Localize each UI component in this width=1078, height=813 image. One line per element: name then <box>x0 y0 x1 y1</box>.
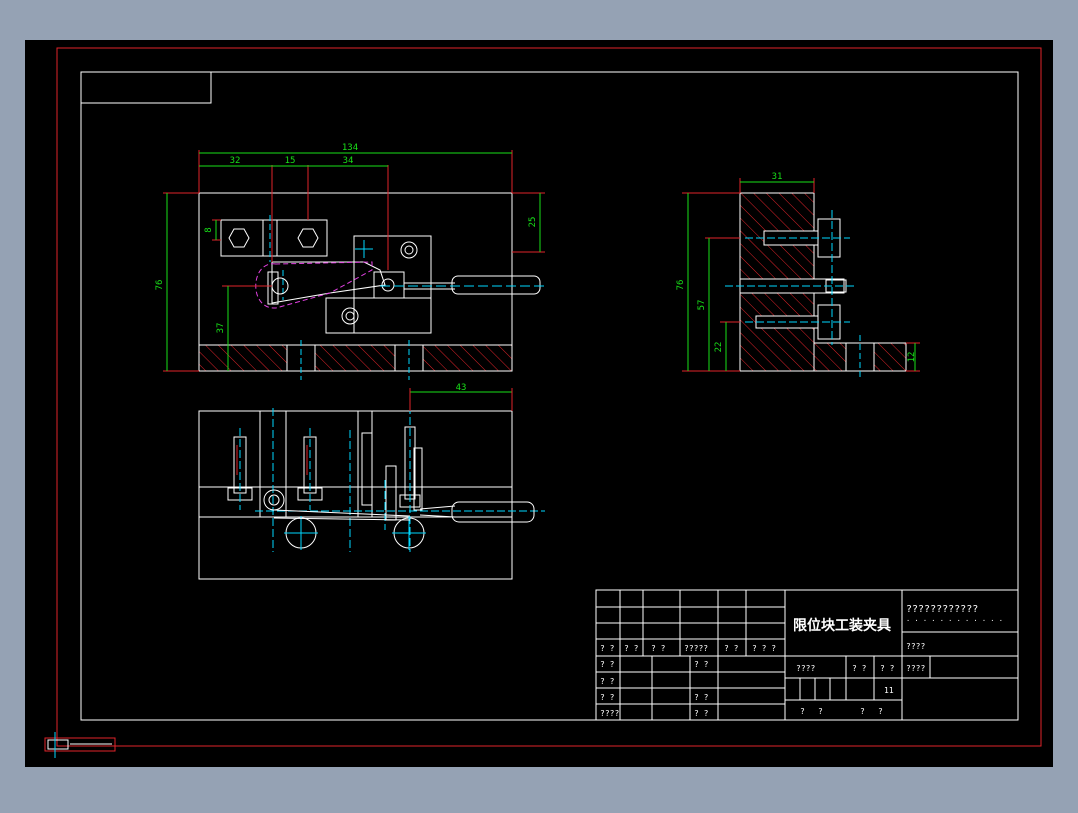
bottom-label-1: ? <box>800 707 805 716</box>
drawing-canvas[interactable]: 134 32 15 34 76 8 25 37 43 31 76 57 22 1… <box>0 0 1078 808</box>
scale-label: ???? <box>796 664 815 673</box>
bottom-label-3: ? <box>860 707 865 716</box>
dim-handle: 43 <box>456 383 467 393</box>
dim-small-a: 8 <box>204 227 214 232</box>
rev-label-1: ? ? <box>600 644 615 653</box>
dim-b: 15 <box>285 156 296 166</box>
dim-c: 34 <box>343 156 354 166</box>
side-dim-height: 76 <box>676 280 686 291</box>
top-right-dots: · · · · · · · · · · · · <box>906 617 1003 625</box>
drawing-title: 限位块工装夹具 <box>793 617 891 634</box>
front-base-hatch <box>198 344 513 372</box>
sheet-info: ???? <box>906 664 925 673</box>
side-dim-low: 22 <box>714 342 724 353</box>
cad-viewport[interactable]: 134 32 15 34 76 8 25 37 43 31 76 57 22 1… <box>0 0 1078 808</box>
rev-label-5: ? ? <box>724 644 739 653</box>
mid-row-1: ? ? <box>694 660 709 669</box>
dim-a: 32 <box>230 156 241 166</box>
dim-right: 25 <box>528 217 538 228</box>
side-dim-right: 12 <box>907 352 917 363</box>
rev-label-3: ? ? <box>651 644 666 653</box>
model-space <box>25 40 1053 767</box>
value-11: 11 <box>884 686 894 695</box>
left-row-2: ? ? <box>600 677 615 686</box>
rev-label-6: ? ? ? <box>752 644 776 653</box>
left-row-1: ? ? <box>600 660 615 669</box>
dim-height: 76 <box>155 280 165 291</box>
top-right-field: ???????????? <box>906 604 978 615</box>
side-dim-top: 31 <box>772 172 783 182</box>
dim-low: 37 <box>216 323 226 334</box>
mid-row-3: ? ? <box>694 709 709 718</box>
material-label: ???? <box>906 642 925 651</box>
dim-total-width: 134 <box>342 143 358 153</box>
weight-label: ? ? <box>852 664 867 673</box>
rev-label-4: ????? <box>684 644 708 653</box>
ratio-label: ? ? <box>880 664 895 673</box>
bottom-label-2: ? <box>818 707 823 716</box>
left-row-4: ???? <box>600 709 619 718</box>
mid-row-2: ? ? <box>694 693 709 702</box>
left-row-3: ? ? <box>600 693 615 702</box>
side-dim-mid: 57 <box>697 300 707 311</box>
bottom-label-4: ? <box>878 707 883 716</box>
rev-label-2: ? ? <box>624 644 639 653</box>
